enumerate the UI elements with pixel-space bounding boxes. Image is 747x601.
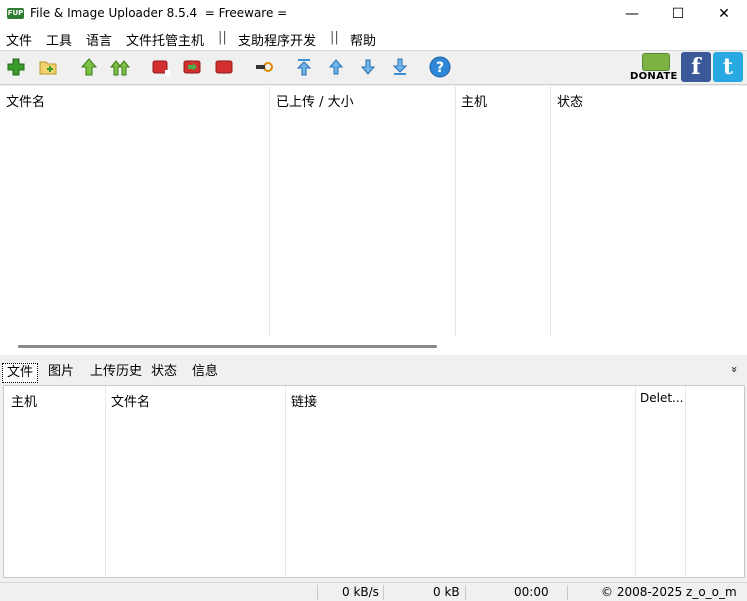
- key-icon[interactable]: [254, 57, 274, 77]
- status-copyright: © 2008-2025 z_o_o_m: [601, 585, 737, 599]
- column-divider: [285, 386, 286, 577]
- upload-icon[interactable]: [79, 57, 99, 77]
- upload-list[interactable]: 文件名 已上传 / 大小 主机 状态: [0, 86, 747, 338]
- status-divider: [317, 585, 318, 600]
- tab-upload-history[interactable]: 上传历史: [86, 363, 146, 381]
- menu-file-hosts[interactable]: 文件托管主机: [126, 30, 204, 49]
- status-size: 0 kB: [433, 585, 460, 599]
- move-bottom-icon[interactable]: [390, 57, 410, 77]
- tab-images[interactable]: 图片: [44, 363, 78, 381]
- help-icon[interactable]: ?: [429, 56, 451, 78]
- links-table[interactable]: 主机 文件名 链接 Delet...: [3, 385, 745, 578]
- donate-label: DONATE: [630, 71, 678, 82]
- column-host[interactable]: 主机: [11, 391, 37, 410]
- menu-support-development[interactable]: 支助程序开发: [238, 30, 316, 49]
- column-filename[interactable]: 文件名: [111, 391, 150, 410]
- stop-next-icon[interactable]: [182, 57, 202, 77]
- status-speed: 0 kB/s: [342, 585, 379, 599]
- title-bar: FUP File & Image Uploader 8.5.4 = Freewa…: [0, 0, 747, 28]
- tab-status[interactable]: 状态: [147, 363, 181, 381]
- add-file-icon[interactable]: [6, 57, 26, 77]
- menu-separator: ||: [330, 30, 339, 45]
- menu-file[interactable]: 文件: [6, 30, 32, 49]
- menu-separator: ||: [218, 30, 227, 45]
- menu-help[interactable]: 帮助: [350, 30, 376, 49]
- maximize-button[interactable]: ☐: [655, 0, 701, 28]
- menu-language[interactable]: 语言: [86, 30, 112, 49]
- twitter-icon[interactable]: t: [713, 52, 743, 82]
- close-button[interactable]: ✕: [701, 0, 747, 28]
- bottom-tabs: 文件 图片 上传历史 状态 信息: [0, 361, 747, 383]
- column-delete[interactable]: Delet...: [640, 391, 684, 405]
- facebook-icon[interactable]: f: [681, 52, 711, 82]
- move-down-icon[interactable]: [358, 57, 378, 77]
- donate-button[interactable]: DONATE: [630, 52, 677, 84]
- column-divider: [635, 386, 636, 577]
- column-host[interactable]: 主机: [461, 91, 487, 110]
- upload-all-icon[interactable]: [110, 57, 130, 77]
- menu-tools[interactable]: 工具: [46, 30, 72, 49]
- app-icon: FUP: [7, 8, 24, 19]
- collapse-chevron-icon[interactable]: »: [728, 366, 741, 373]
- move-top-icon[interactable]: [294, 57, 314, 77]
- column-divider: [105, 386, 106, 577]
- minimize-button[interactable]: —: [609, 0, 655, 28]
- column-divider: [685, 386, 686, 577]
- column-divider: [550, 86, 551, 338]
- add-folder-icon[interactable]: [38, 57, 58, 77]
- column-divider: [455, 86, 456, 338]
- column-status[interactable]: 状态: [557, 91, 583, 110]
- stop-all-icon[interactable]: [214, 57, 234, 77]
- status-time: 00:00: [514, 585, 549, 599]
- scrollbar-thumb[interactable]: [18, 345, 437, 348]
- horizontal-scrollbar[interactable]: [0, 337, 747, 355]
- window-title: File & Image Uploader 8.5.4 = Freeware =: [30, 6, 288, 20]
- menu-bar: 文件 工具 语言 文件托管主机 || 支助程序开发 || 帮助: [0, 28, 747, 51]
- column-uploaded-size[interactable]: 已上传 / 大小: [276, 91, 354, 110]
- move-up-icon[interactable]: [326, 57, 346, 77]
- stop-one-icon[interactable]: [151, 57, 171, 77]
- status-divider: [465, 585, 466, 600]
- help-glyph: ?: [436, 60, 444, 76]
- tab-files[interactable]: 文件: [2, 363, 39, 383]
- column-link[interactable]: 链接: [291, 391, 317, 410]
- column-divider: [269, 86, 270, 338]
- tab-info[interactable]: 信息: [188, 363, 222, 381]
- money-icon: [642, 53, 670, 71]
- status-divider: [383, 585, 384, 600]
- status-bar: 0 kB/s 0 kB 00:00 © 2008-2025 z_o_o_m: [0, 582, 747, 601]
- status-divider: [567, 585, 568, 600]
- column-filename[interactable]: 文件名: [6, 91, 45, 110]
